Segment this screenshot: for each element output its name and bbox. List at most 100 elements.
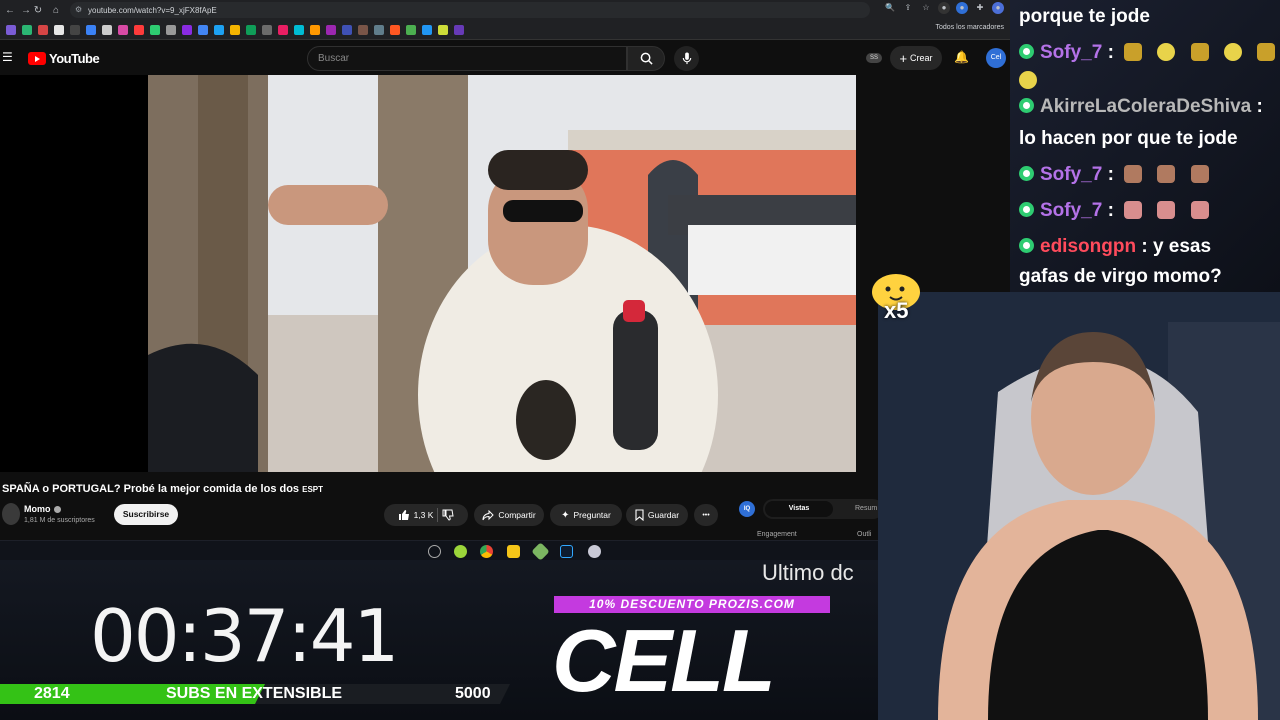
browser-window: ← → ↻ ⌂ ⚙ youtube.com/watch?v=9_xjFX8fAp… [0, 0, 1010, 562]
channel-avatar[interactable] [2, 503, 20, 525]
bookmark-icon[interactable] [118, 24, 128, 35]
profile-icon[interactable]: ● [992, 2, 1004, 14]
taskbar-app-icon[interactable] [531, 542, 550, 561]
notifications-bell-icon[interactable]: 🔔 [954, 50, 969, 64]
subscribe-button[interactable]: Suscribirse [114, 504, 178, 525]
bookmark-icon[interactable] [326, 24, 336, 35]
home-icon[interactable]: ⌂ [46, 0, 66, 20]
video-title-suffix: ESPT [302, 485, 324, 494]
like-divider [437, 508, 439, 522]
chat-user: Sofy_7 [1040, 42, 1103, 63]
sidebar-collapsed [0, 75, 148, 472]
bookmark-icon[interactable] [310, 24, 320, 35]
taskbar-app-icon[interactable] [454, 545, 467, 558]
emote-icon [1019, 71, 1037, 89]
save-button[interactable]: Guardar [626, 504, 688, 526]
youtube-play-icon [28, 52, 46, 65]
bookmark-icon[interactable] [214, 24, 224, 35]
taskbar-app-icon[interactable] [588, 545, 601, 558]
reaction-multiplier: x5 [870, 272, 930, 328]
chrome-icon[interactable] [480, 545, 493, 558]
ss-badge[interactable]: SS [866, 53, 882, 63]
bookmark-star-icon[interactable]: ☆ [920, 2, 932, 14]
bookmark-icon[interactable] [390, 24, 400, 35]
bookmark-icon[interactable] [70, 24, 80, 35]
puzzle-icon[interactable]: ✚ [974, 2, 986, 14]
extension-icon[interactable]: ● [938, 2, 950, 14]
photoshop-icon[interactable] [560, 545, 573, 558]
account-avatar[interactable]: Cel [986, 48, 1006, 68]
bookmark-icon[interactable] [86, 24, 96, 35]
bookmark-icon[interactable] [438, 24, 448, 35]
chat-text: : y esas [1136, 236, 1212, 257]
voice-search-button[interactable] [674, 46, 699, 71]
like-button[interactable]: 1,3 K [398, 509, 433, 521]
video-player[interactable] [148, 75, 856, 472]
thumbs-down-icon[interactable] [442, 509, 455, 521]
subs-goal: 5000 [455, 685, 491, 702]
vidiq-tabs: Vistas Resum [763, 499, 883, 519]
menu-icon[interactable]: ☰ [2, 50, 14, 64]
video-title: SPAÑA o PORTUGAL? Probé la mejor comida … [2, 483, 323, 495]
site-info-icon[interactable]: ⚙ [75, 5, 82, 14]
taskbar-app-icon[interactable] [428, 545, 441, 558]
create-button[interactable]: + Crear [890, 46, 942, 70]
bookmark-icon[interactable] [246, 24, 256, 35]
bookmark-icon[interactable] [262, 24, 272, 35]
brand-logo: CELL [552, 611, 776, 710]
subs-current: 2814 [34, 685, 70, 702]
bookmark-icon[interactable] [134, 24, 144, 35]
emote-icon [1124, 201, 1143, 219]
stream-timer: 00:37:41 [90, 594, 399, 678]
emote-icon [1157, 201, 1176, 219]
bookmark-icon[interactable] [278, 24, 288, 35]
reload-icon[interactable]: ↻ [28, 0, 48, 20]
bookmark-icon[interactable] [54, 24, 64, 35]
video-frame-image [148, 75, 856, 472]
extension-icon[interactable]: ● [956, 2, 968, 14]
bookmark-icon[interactable] [182, 24, 192, 35]
tab-resumen[interactable]: Resum [855, 501, 877, 517]
bookmark-icon[interactable] [22, 24, 32, 35]
bookmark-icon[interactable] [422, 24, 432, 35]
vidiq-logo[interactable]: IQ [739, 501, 755, 517]
bookmark-icon[interactable] [150, 24, 160, 35]
webcam-feed [878, 292, 1280, 720]
video-title-text: SPAÑA o PORTUGAL? Probé la mejor comida … [2, 483, 300, 495]
bookmark-icon[interactable] [230, 24, 240, 35]
folder-icon[interactable] [507, 545, 520, 558]
more-actions-button[interactable]: ••• [694, 504, 718, 526]
search-icon [640, 52, 653, 65]
save-label: Guardar [647, 510, 680, 520]
bookmark-icon[interactable] [6, 24, 16, 35]
tab-vistas[interactable]: Vistas [765, 501, 833, 517]
bookmark-icon[interactable] [342, 24, 352, 35]
bookmark-icon[interactable] [166, 24, 176, 35]
engagement-label: Engagement [757, 531, 797, 538]
ask-button[interactable]: ✦ Preguntar [550, 504, 622, 526]
channel-name[interactable]: Momo [24, 504, 61, 514]
bookmark-icon[interactable] [358, 24, 368, 35]
subs-label: SUBS EN EXTENSIBLE [166, 685, 343, 702]
chat-message: lo hacen por que te jode [1019, 128, 1238, 150]
subscriber-count: 1,81 M de suscriptores [24, 517, 95, 524]
youtube-logo[interactable]: YouTube [28, 51, 100, 66]
bookmark-icon[interactable] [374, 24, 384, 35]
chat-text: : [1102, 200, 1114, 221]
share-button[interactable]: Compartir [474, 504, 544, 526]
chat-user: edisongpn [1040, 236, 1137, 257]
share-page-icon[interactable]: ⇪ [902, 2, 914, 14]
search-input[interactable]: Buscar [307, 46, 627, 71]
all-bookmarks-folder[interactable]: Todos los marcadores [936, 24, 1004, 31]
bookmark-icon[interactable] [454, 24, 464, 35]
bookmark-icon[interactable] [294, 24, 304, 35]
address-bar[interactable]: ⚙ youtube.com/watch?v=9_xjFX8fApE [70, 2, 870, 18]
chat-user: Sofy_7 [1040, 200, 1103, 221]
bookmark-icon[interactable] [38, 24, 48, 35]
bookmark-icon[interactable] [198, 24, 208, 35]
zoom-icon[interactable]: 🔍 [884, 2, 896, 14]
bookmark-icon[interactable] [406, 24, 416, 35]
vidiq-panel: IQ Vistas Resum Engagement Outli [727, 493, 883, 543]
search-button[interactable] [627, 46, 665, 71]
bookmark-icon[interactable] [102, 24, 112, 35]
